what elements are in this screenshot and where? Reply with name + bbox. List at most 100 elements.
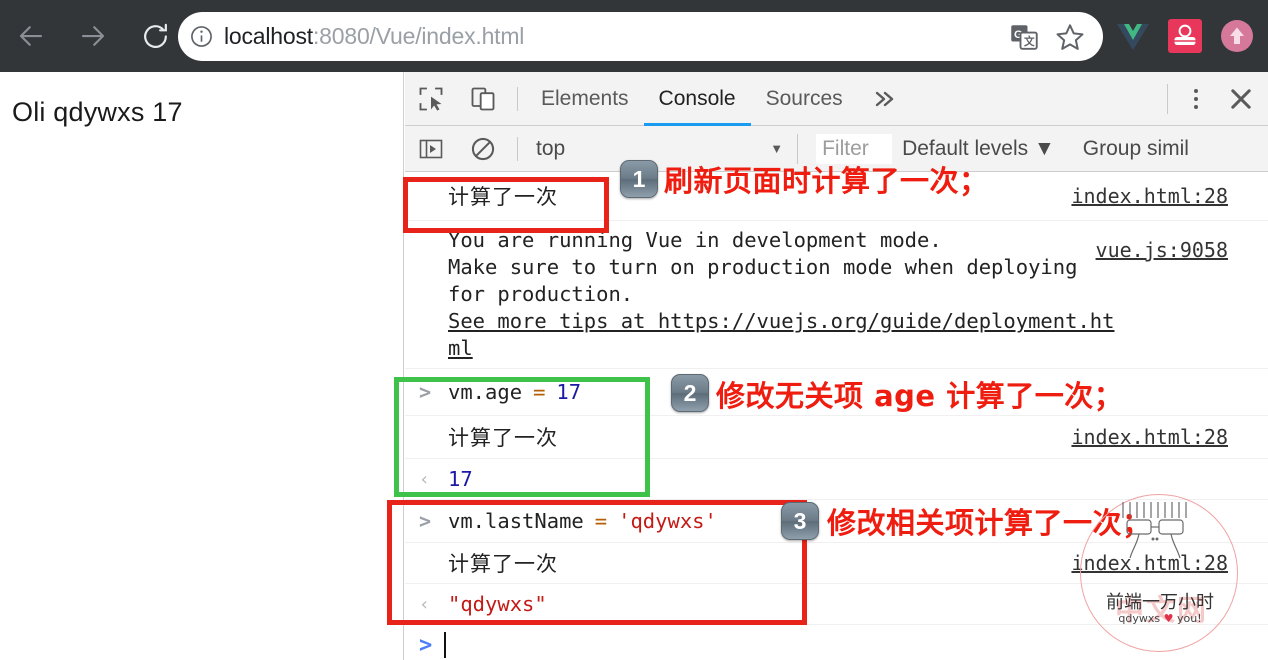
google-translate-icon: G 文 <box>1011 24 1038 50</box>
upload-extension-button[interactable] <box>1214 13 1260 59</box>
inspect-element-icon <box>419 87 443 111</box>
toolbar-divider <box>517 86 518 111</box>
url-path: :8080/Vue/index.html <box>312 23 525 49</box>
devtools-tabbar: Elements Console Sources <box>405 72 1268 126</box>
log-levels-label: Default levels <box>902 136 1029 160</box>
url-text: localhost:8080/Vue/index.html <box>224 23 1001 50</box>
tab-console-label: Console <box>658 86 736 110</box>
console-message-list[interactable]: 计算了一次 index.html:28 vue.js:9058 You are … <box>405 172 1268 660</box>
tab-sources[interactable]: Sources <box>751 72 858 126</box>
url-host: localhost <box>224 23 313 49</box>
console-filter-placeholder: Filter <box>822 136 869 160</box>
arrow-right-icon <box>81 26 105 46</box>
devtools-close-button[interactable] <box>1214 72 1268 126</box>
console-log-text-3: 计算了一次 <box>448 552 558 577</box>
console-filter-input[interactable]: Filter <box>816 133 893 164</box>
clear-console-icon <box>471 137 495 160</box>
input-expression-operator-2: = <box>594 509 608 534</box>
input-expression-operator: = <box>533 380 546 405</box>
back-button[interactable] <box>0 0 62 72</box>
page-heading: Oli qdywxs 17 <box>12 97 183 127</box>
star-icon <box>1056 23 1084 50</box>
input-expression-name-2: vm.lastName <box>448 509 584 534</box>
vue-devtools-icon <box>1117 24 1149 50</box>
console-source-link-2[interactable]: index.html:28 <box>1071 425 1228 449</box>
console-row-input-age[interactable]: > vm.age = 17 <box>405 369 1268 417</box>
console-row-output-age[interactable]: ‹ 17 <box>405 459 1268 501</box>
execution-context-label: top <box>536 136 566 160</box>
tab-elements-label: Elements <box>541 86 629 110</box>
translate-button[interactable]: G 文 <box>1001 12 1047 61</box>
console-row-log-1[interactable]: 计算了一次 index.html:28 <box>405 172 1268 221</box>
tab-sources-label: Sources <box>765 86 843 110</box>
console-source-link-vue[interactable]: vue.js:9058 <box>1096 237 1228 263</box>
tab-elements[interactable]: Elements <box>526 72 644 126</box>
tabbar-divider <box>1167 83 1168 114</box>
output-value: 17 <box>448 467 473 492</box>
input-caret-icon-2: > <box>419 509 432 534</box>
close-icon <box>1231 88 1251 109</box>
browser-chrome: localhost:8080/Vue/index.html G 文 <box>0 0 1268 72</box>
bookmark-button[interactable] <box>1047 12 1093 61</box>
output-value-2: "qdywxs" <box>448 592 547 617</box>
devtools-panel: Elements Console Sources top ▼ Filter De… <box>405 72 1268 660</box>
arrow-left-icon <box>19 26 43 46</box>
console-row-output-lastname[interactable]: ‹ "qdywxs" <box>405 584 1268 626</box>
inspect-element-button[interactable] <box>405 72 457 126</box>
navigation-buttons <box>0 0 186 72</box>
site-info-button[interactable] <box>178 12 224 61</box>
pink-extension-icon <box>1168 19 1202 53</box>
execution-context-selector[interactable]: top ▼ <box>526 126 783 172</box>
devtools-more-options-button[interactable] <box>1178 72 1214 126</box>
log-levels-selector[interactable]: Default levels ▼ <box>902 137 1055 161</box>
console-row-log-2[interactable]: 计算了一次 index.html:28 <box>405 416 1268 460</box>
devtools-tabbar-right <box>1157 72 1268 126</box>
info-circle-icon <box>190 26 212 47</box>
console-toolbar-divider <box>517 136 518 161</box>
upload-arrow-icon <box>1221 20 1253 52</box>
console-toolbar: top ▼ Filter Default levels ▼ Group simi… <box>405 126 1268 172</box>
device-toolbar-icon <box>471 87 495 110</box>
reload-button[interactable] <box>124 0 186 72</box>
console-source-link-3[interactable]: index.html:28 <box>1071 551 1228 575</box>
vue-warning-line-4-text: See more tips at https://vuejs.org/guide… <box>448 309 1115 334</box>
console-row-input-lastname[interactable]: > vm.lastName = 'qdywxs' <box>405 500 1268 544</box>
console-log-text: 计算了一次 <box>448 185 558 209</box>
output-caret-icon-2: ‹ <box>419 593 430 615</box>
group-similar-label: Group simil <box>1082 136 1189 160</box>
reload-icon <box>143 23 167 48</box>
svg-text:文: 文 <box>1023 35 1035 48</box>
console-row-vue-warning[interactable]: vue.js:9058 You are running Vue in devel… <box>405 221 1268 370</box>
forward-button[interactable] <box>62 0 124 72</box>
chevron-down-icon: ▼ <box>770 141 784 156</box>
input-expression-value: 17 <box>556 380 582 405</box>
clear-console-button[interactable] <box>457 126 509 172</box>
output-caret-icon: ‹ <box>419 468 430 490</box>
console-toolbar-divider-2 <box>797 133 799 164</box>
text-cursor <box>444 632 447 659</box>
vue-warning-line-3: for production. <box>448 282 634 307</box>
extension-icons <box>1110 0 1260 72</box>
vue-devtools-button[interactable] <box>1110 13 1156 59</box>
tab-console[interactable]: Console <box>643 72 751 126</box>
console-sidebar-icon <box>419 139 443 158</box>
input-expression-value-2: 'qdywxs' <box>618 509 717 534</box>
more-tabs-button[interactable] <box>858 72 912 126</box>
pink-extension-button[interactable] <box>1162 13 1208 59</box>
console-prompt[interactable]: > <box>405 625 1268 660</box>
vue-warning-line-5: ml <box>448 335 1268 362</box>
more-options-icon <box>1194 88 1198 93</box>
vue-warning-line-5-text[interactable]: ml <box>448 336 473 360</box>
input-expression-name: vm.age <box>448 380 523 405</box>
console-log-text-2: 计算了一次 <box>448 426 558 451</box>
vue-warning-line-4: See more tips at https://vuejs.org/guide… <box>448 308 1268 335</box>
web-page-viewport: Oli qdywxs 17 <box>0 72 404 660</box>
console-row-log-3[interactable]: 计算了一次 index.html:28 <box>405 543 1268 585</box>
device-toolbar-button[interactable] <box>457 72 509 126</box>
group-similar-checkbox[interactable]: Group simil <box>1083 137 1189 161</box>
console-source-link[interactable]: index.html:28 <box>1071 184 1228 208</box>
address-bar[interactable]: localhost:8080/Vue/index.html G 文 <box>178 12 1103 61</box>
log-levels-chevron-down-icon: ▼ <box>1033 136 1055 160</box>
prompt-caret-icon: > <box>419 632 433 658</box>
console-sidebar-button[interactable] <box>405 126 457 172</box>
